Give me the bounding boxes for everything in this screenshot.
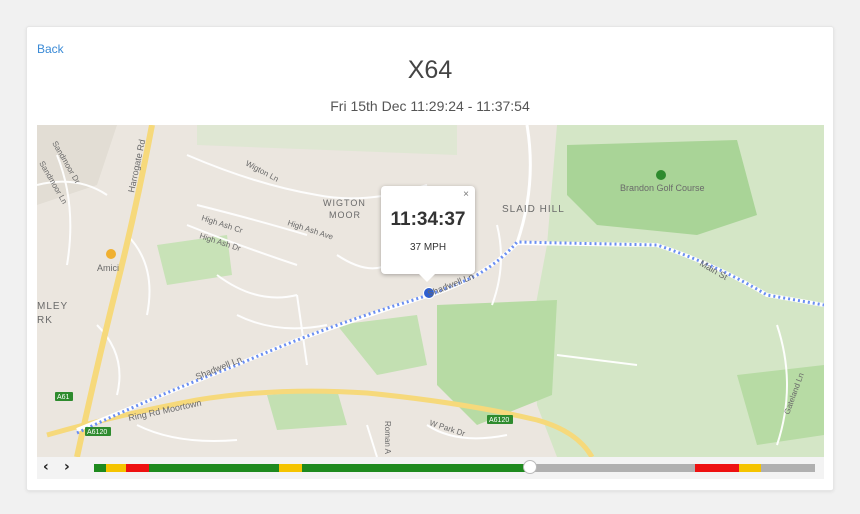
timeline-segment [279,464,302,472]
popup-close-button[interactable]: × [463,189,469,200]
speed-popup: × 11:34:37 37 MPH [381,186,475,282]
svg-text:MLEY: MLEY [37,301,68,312]
back-link[interactable]: Back [37,42,64,56]
speed-timeline[interactable] [94,464,815,472]
map-view[interactable]: Harrogate Rd Sandmoor Dr Sandmoor Ln Wig… [37,125,824,457]
map-canvas: Harrogate Rd Sandmoor Dr Sandmoor Ln Wig… [37,125,824,457]
timeline-segment [126,464,149,472]
svg-text:Amici: Amici [97,263,119,273]
svg-text:Brandon Golf Course: Brandon Golf Course [620,183,705,193]
golf-marker [656,170,666,180]
timeline-segment [302,464,530,472]
timeline-segment [106,464,126,472]
svg-text:MOOR: MOOR [329,210,361,220]
timeline-handle[interactable] [523,460,537,474]
svg-text:A61: A61 [57,394,70,401]
svg-text:WIGTON: WIGTON [323,198,366,208]
timeline-segment [739,464,761,472]
svg-text:SLAID HILL: SLAID HILL [502,204,565,215]
timeline-segment [149,464,279,472]
playback-controls: ‹ › [37,457,824,479]
popup-tip [419,274,435,282]
journey-time-range: Fri 15th Dec 11:29:24 - 11:37:54 [330,98,530,114]
timeline-segment [695,464,739,472]
popup-speed: 37 MPH [409,242,447,253]
svg-text:Roman A: Roman A [383,421,392,455]
journey-card: Back X64 Fri 15th Dec 11:29:24 - 11:37:5… [26,26,834,491]
svg-text:A6120: A6120 [87,429,107,436]
popup-time: 11:34:37 [390,209,466,230]
restaurant-marker [106,249,116,259]
timeline-segment [94,464,106,472]
svg-text:A6120: A6120 [489,417,509,424]
prev-button[interactable]: ‹ [43,459,49,475]
vehicle-title: X64 [407,56,453,84]
next-button[interactable]: › [64,459,70,475]
svg-text:RK: RK [37,315,53,326]
